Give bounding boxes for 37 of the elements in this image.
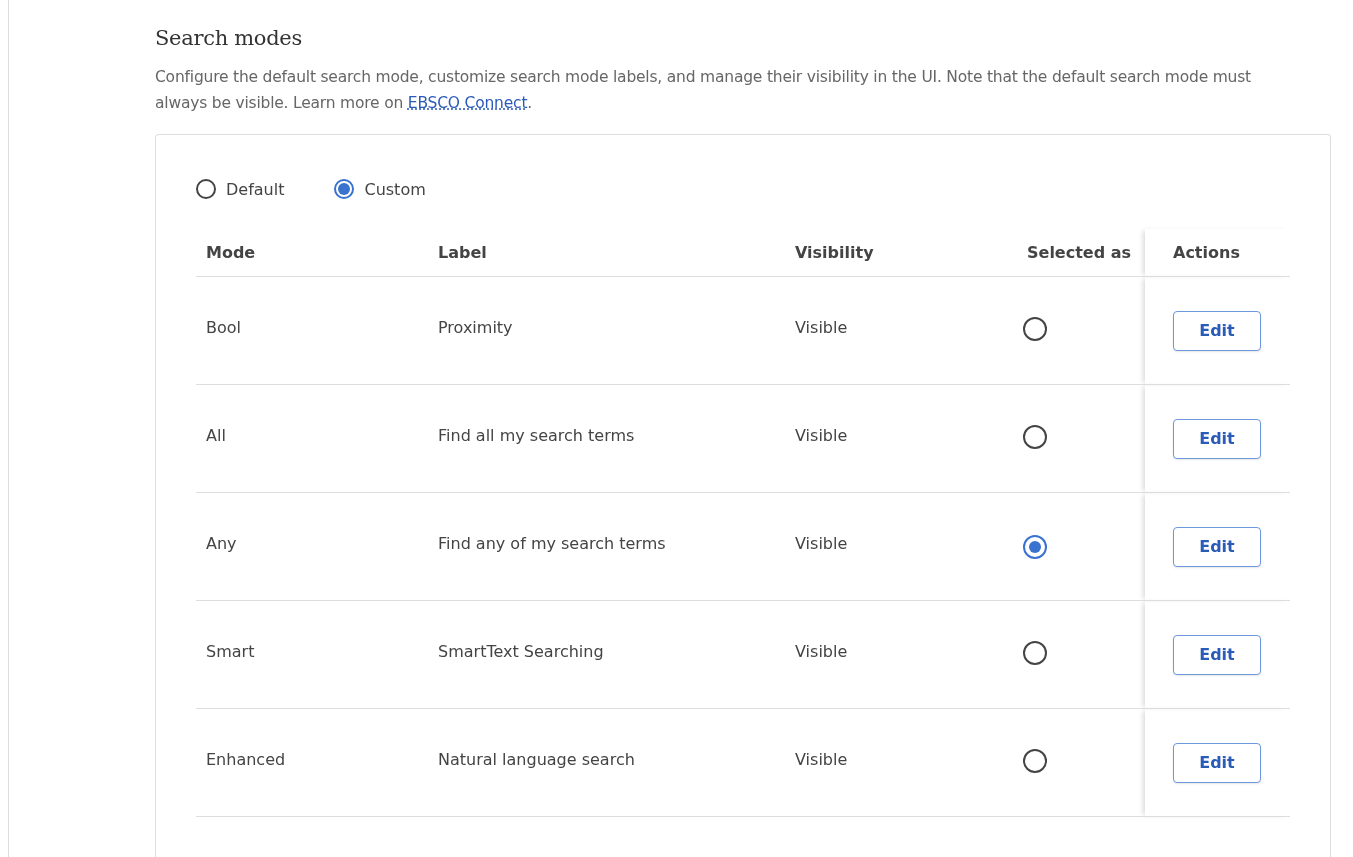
mode-radio-option[interactable]: Custom [334, 179, 426, 199]
selected-radio[interactable] [1023, 534, 1047, 559]
visibility-cell: Visible [795, 642, 848, 661]
label-cell: Find all my search terms [438, 426, 635, 445]
selected-radio[interactable] [1023, 316, 1047, 341]
column-header: Selected as [1027, 243, 1132, 262]
label-cell: SmartText Searching [438, 642, 604, 661]
mode-radio-option[interactable]: Default [196, 179, 285, 199]
label-cell: Proximity [438, 318, 513, 337]
edit-button[interactable]: Edit [1173, 742, 1261, 783]
column-header: Label [438, 243, 487, 262]
radio-icon[interactable] [196, 179, 216, 199]
column-header: Mode [206, 243, 256, 262]
edit-button[interactable]: Edit [1173, 310, 1261, 351]
selected-radio[interactable] [1023, 748, 1047, 773]
mode-cell: Smart [206, 642, 255, 661]
mode-cell: Any [206, 534, 237, 553]
section-title: Search modes [155, 26, 303, 50]
mode-cell: Bool [206, 318, 241, 337]
label-cell: Natural language search [438, 750, 635, 769]
edit-button[interactable]: Edit [1173, 526, 1261, 567]
mode-cell: All [206, 426, 226, 445]
ebsco-connect-link[interactable]: EBSCO Connect [407, 94, 528, 112]
edit-button[interactable]: Edit [1173, 634, 1261, 675]
label-cell: Find any of my search terms [438, 534, 666, 553]
edit-button[interactable]: Edit [1173, 418, 1261, 459]
radio-icon[interactable] [334, 179, 355, 199]
column-header: Visibility [795, 243, 874, 262]
visibility-cell: Visible [795, 534, 848, 553]
selected-radio[interactable] [1023, 424, 1047, 449]
mode-cell: Enhanced [206, 750, 286, 769]
visibility-cell: Visible [795, 426, 848, 445]
visibility-cell: Visible [795, 318, 848, 337]
column-header: Actions [1173, 243, 1240, 262]
section-description: Configure the default search mode, customize search mode labels, and manage their visibility in the UI. Note that the default search mode must always be visible. Learn more on EBSCO Connect. [155, 67, 1252, 114]
visibility-cell: Visible [795, 750, 848, 769]
selected-radio[interactable] [1023, 640, 1047, 665]
